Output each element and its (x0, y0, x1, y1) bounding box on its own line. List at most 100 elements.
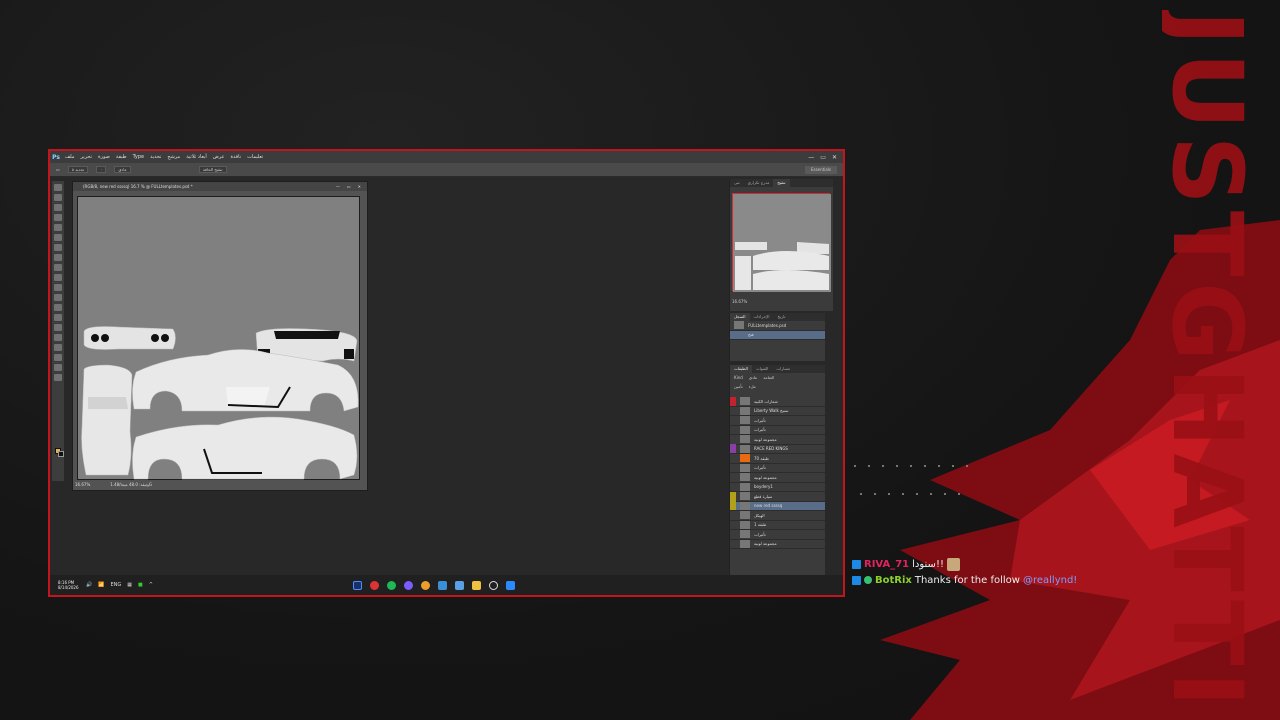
fill-label[interactable]: ملء (749, 384, 756, 389)
windows-start-icon[interactable] (505, 580, 515, 590)
navigator-zoom[interactable]: 16.67% (732, 299, 747, 304)
pen-tool-icon[interactable] (54, 324, 62, 331)
hand-tool-icon[interactable] (54, 364, 62, 371)
speaker-icon[interactable]: 🔊 (86, 582, 92, 588)
lasso-tool-icon[interactable] (54, 204, 62, 211)
navigator-preview[interactable] (732, 193, 831, 292)
document-zoom[interactable]: 16.67% (75, 481, 90, 489)
crop-tool-icon[interactable] (54, 224, 62, 231)
layer-visibility-eye-icon[interactable] (730, 511, 736, 520)
layer-row[interactable]: تأثيرات (730, 425, 825, 435)
eyedropper-tool-icon[interactable] (54, 234, 62, 241)
style-select[interactable]: عادي (114, 166, 131, 173)
zoom-tool-icon[interactable] (54, 374, 62, 381)
blur-tool-icon[interactable] (54, 304, 62, 311)
blend-mode-select[interactable]: عادي (749, 375, 758, 380)
layer-visibility-eye-icon[interactable] (730, 520, 736, 529)
layer-visibility-eye-icon[interactable] (730, 454, 736, 463)
layer-row[interactable]: Liberty Walk نسيج (730, 406, 825, 416)
tab-history[interactable]: السجل (730, 313, 750, 321)
layer-kind-filter[interactable]: Kind (734, 375, 743, 380)
tab-info[interactable]: تنقيح (773, 179, 790, 187)
feather-value[interactable]: ٠ (96, 166, 107, 173)
background-color-swatch[interactable] (58, 451, 64, 457)
document-canvas[interactable] (77, 196, 360, 480)
opacity-label[interactable]: العتامة (763, 375, 774, 380)
layer-row[interactable]: تأثيرات (730, 416, 825, 426)
layer-row[interactable]: مجموعة لونية (730, 539, 825, 549)
menu-window[interactable]: نافذة (228, 154, 245, 160)
tab-log[interactable]: تاريخ (773, 313, 789, 321)
layer-visibility-eye-icon[interactable] (730, 530, 736, 539)
menu-filter[interactable]: مرشح (164, 154, 183, 160)
layer-visibility-eye-icon[interactable] (730, 425, 736, 434)
chat-username[interactable]: RIVA_71 (864, 559, 909, 570)
feather-label[interactable]: تحديد ٥ (67, 166, 89, 173)
eraser-tool-icon[interactable] (54, 284, 62, 291)
task-manager-icon[interactable]: ▦ (127, 582, 132, 588)
doc-minimize-button[interactable]: — (336, 182, 340, 191)
layer-row[interactable]: new red ssssq (730, 501, 825, 511)
menu-image[interactable]: صورة (95, 154, 113, 160)
layer-row[interactable]: تأثيرات (730, 463, 825, 473)
wifi-icon[interactable]: 📶 (98, 582, 104, 588)
layer-visibility-eye-icon[interactable] (730, 539, 736, 548)
maximize-button[interactable]: ▭ (820, 154, 826, 161)
layer-row[interactable]: طبقة 1 (730, 520, 825, 530)
marquee-tool-icon[interactable]: ▭ (56, 167, 60, 172)
gradient-tool-icon[interactable] (54, 294, 62, 301)
layer-visibility-eye-icon[interactable] (730, 482, 736, 491)
type-tool-icon[interactable] (54, 334, 62, 341)
file-explorer-icon[interactable] (471, 580, 481, 590)
layer-visibility-eye-icon[interactable] (730, 444, 736, 454)
layer-row[interactable]: RACE RED KINGS (730, 444, 825, 454)
layer-visibility-eye-icon[interactable] (730, 463, 736, 472)
document-window[interactable]: (RGB/8, new red ssssq) 16.7 % @ FULLtemp… (72, 181, 368, 491)
layer-visibility-eye-icon[interactable] (730, 501, 736, 511)
discord-icon[interactable] (403, 580, 413, 590)
healing-tool-icon[interactable] (54, 244, 62, 251)
layer-visibility-eye-icon[interactable] (730, 435, 736, 444)
chat-mention[interactable]: @reallynd! (1023, 575, 1077, 586)
taskbar-clock[interactable]: 8:16 PM 8/14/2026 (58, 580, 82, 590)
chrome-icon[interactable] (420, 580, 430, 590)
tab-paths[interactable]: مسارات (772, 365, 794, 373)
tab-navigator[interactable]: تنى (730, 179, 744, 187)
workspace-select[interactable]: Essentials (804, 165, 837, 174)
refine-edge-button[interactable]: تنقيح الحافة (198, 166, 227, 173)
layer-visibility-eye-icon[interactable] (730, 491, 736, 501)
path-select-tool-icon[interactable] (54, 344, 62, 351)
search-icon[interactable] (488, 580, 498, 590)
layer-row[interactable]: شعارات الكبية (730, 396, 825, 407)
minimize-button[interactable]: — (808, 154, 814, 161)
tab-histogram[interactable]: مدرج تكراري (744, 179, 774, 187)
quick-select-tool-icon[interactable] (54, 214, 62, 221)
menu-type[interactable]: Type (130, 154, 147, 160)
tray-overflow-chevron-icon[interactable]: ^ (149, 582, 153, 588)
spotify-icon[interactable] (386, 580, 396, 590)
menu-file[interactable]: ملف (62, 154, 78, 160)
layer-row[interactable]: تأثيرات (730, 530, 825, 540)
layer-row[interactable]: مجموعة لونية (730, 473, 825, 483)
doc-close-button[interactable]: ✕ (358, 182, 361, 191)
history-item[interactable]: FULLtemplates.psd (730, 321, 825, 331)
tab-layers[interactable]: الطبقات (730, 365, 752, 373)
history-item[interactable]: فتح (730, 330, 825, 340)
document-title-bar[interactable]: (RGB/8, new red ssssq) 16.7 % @ FULLtemp… (73, 182, 367, 191)
photoshop-taskbar-icon[interactable] (352, 580, 362, 590)
menu-edit[interactable]: تحرير (78, 154, 96, 160)
language-indicator[interactable]: ENG (110, 582, 121, 588)
stamp-tool-icon[interactable] (54, 264, 62, 271)
mail-icon[interactable] (437, 580, 447, 590)
menu-layer[interactable]: طبقة (113, 154, 130, 160)
doc-maximize-button[interactable]: ▭ (347, 182, 351, 191)
history-brush-tool-icon[interactable] (54, 274, 62, 281)
tray-green-icon[interactable]: ■ (138, 582, 143, 588)
browser-red-taskbar-icon[interactable] (369, 580, 379, 590)
layer-row[interactable]: boydery1 (730, 482, 825, 492)
menu-help[interactable]: تعليمات (244, 154, 266, 160)
lock-label[interactable]: تأمين (734, 384, 743, 389)
layer-row[interactable]: سيارة قطع (730, 491, 825, 502)
layer-visibility-eye-icon[interactable] (730, 416, 736, 425)
menu-select[interactable]: تحديد (147, 154, 164, 160)
